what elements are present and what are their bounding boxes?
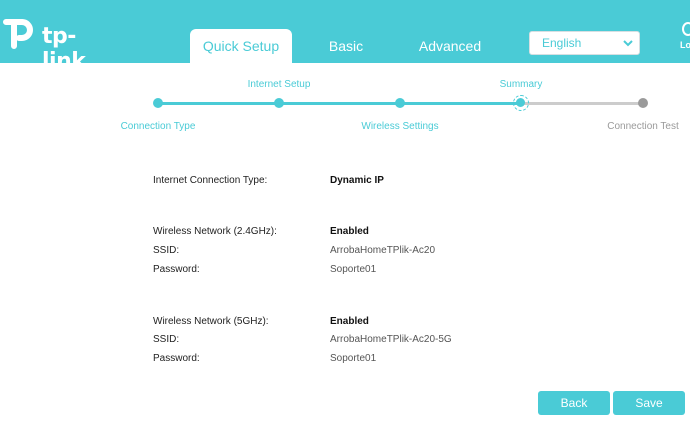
wireless-24-ssid-label: SSID: [153,245,180,256]
wireless-5-password-label: Password: [153,353,200,364]
tp-link-logo-icon [3,19,33,49]
quick-setup-page: tp-link Quick Setup Basic Advanced Engli… [0,0,690,423]
wireless-24-password-value: Soporte01 [330,264,377,275]
wireless-24-ssid-value: ArrobaHomeTPlik-Ac20 [330,245,436,256]
step-label-wireless-settings: Wireless Settings [361,121,439,132]
step-label-summary: Summary [499,79,543,90]
wireless-5-password-value: Soporte01 [330,353,377,364]
language-select[interactable]: English [529,31,640,55]
internet-connection-type-value: Dynamic IP [330,175,384,186]
internet-connection-type-label: Internet Connection Type: [153,175,268,186]
tab-quick-setup[interactable]: Quick Setup [190,29,292,63]
language-value: English [542,36,582,50]
step-dot-connection-type [153,98,163,108]
tab-basic[interactable]: Basic [312,29,380,63]
step-dot-internet-setup [274,98,284,108]
progress-line-pending [521,102,643,105]
wireless-5-network-label: Wireless Network (5GHz): [153,316,269,327]
wireless-24-password-label: Password: [153,264,200,275]
progress-line-completed [158,102,521,105]
wireless-24-network-value: Enabled [330,226,369,237]
wireless-5-ssid-label: SSID: [153,334,180,345]
step-label-connection-type: Connection Type [120,121,196,132]
tab-advanced[interactable]: Advanced [408,29,492,63]
step-dot-connection-test [638,98,648,108]
step-dot-wireless-settings [395,98,405,108]
step-label-internet-setup: Internet Setup [247,79,311,90]
wireless-24-network-label: Wireless Network (2.4GHz): [153,226,277,237]
wireless-5-network-value: Enabled [330,316,369,327]
top-header: tp-link Quick Setup Basic Advanced Engli… [0,0,690,74]
chevron-down-icon [623,40,633,47]
logo-text: tp-link [42,24,86,74]
step-label-connection-test: Connection Test [607,121,679,132]
logout-label[interactable]: Lo [680,40,690,50]
wireless-5-ssid-value: ArrobaHomeTPlik-Ac20-5G [330,334,452,345]
logout-icon[interactable] [682,22,690,36]
back-button[interactable]: Back [538,391,610,415]
tp-link-logo[interactable]: tp-link [2,16,112,74]
save-button[interactable]: Save [613,391,685,415]
step-dot-summary-current [513,95,529,111]
